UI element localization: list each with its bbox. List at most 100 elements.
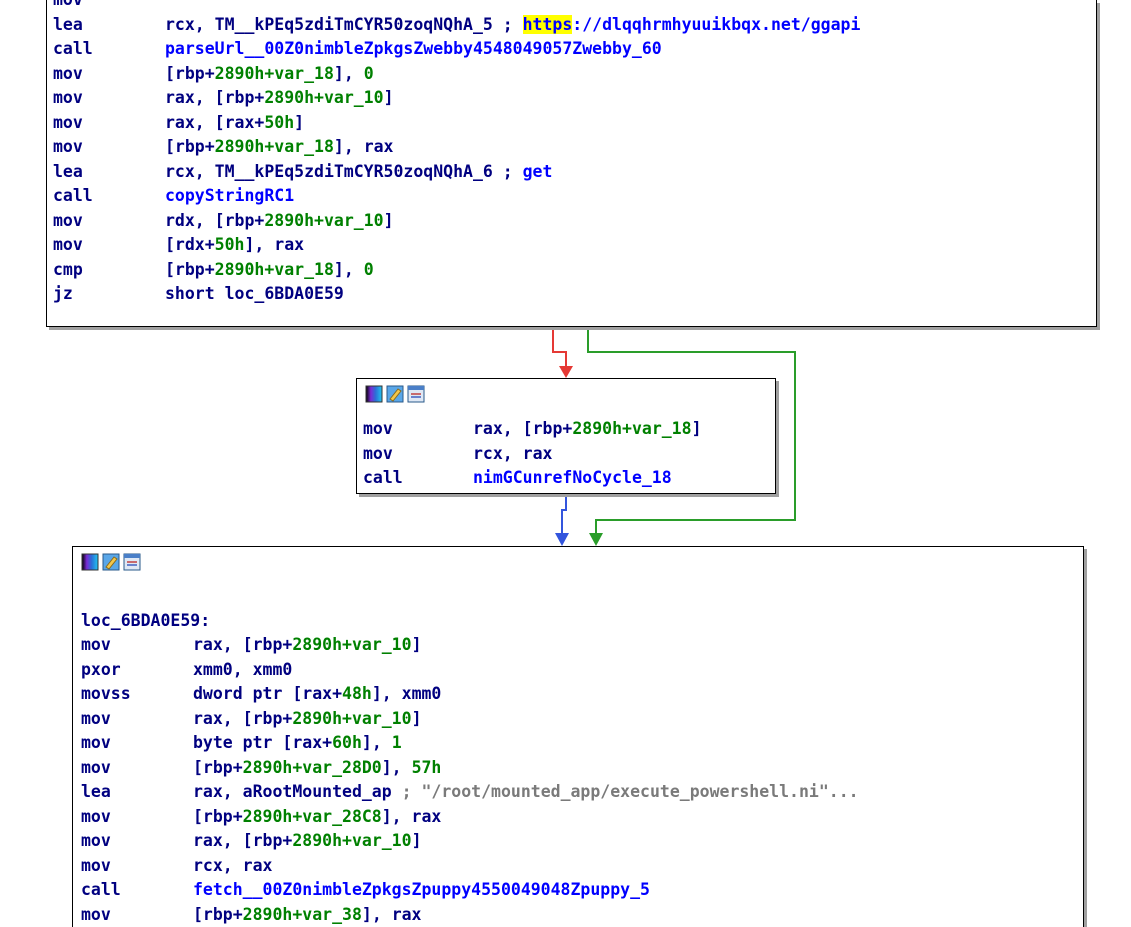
operand-hl: https bbox=[522, 14, 573, 34]
true-arrow-icon bbox=[589, 533, 603, 546]
mnemonic: mov bbox=[81, 635, 111, 654]
mnemonic: mov bbox=[81, 708, 111, 728]
operand-b: ] bbox=[411, 635, 422, 654]
mnemonic: mov bbox=[81, 733, 111, 752]
basic-block-3[interactable]: loc_6BDA0E59: mov rax, [rbp+2890h+var_10]… bbox=[72, 546, 1084, 927]
operand-a: rax, aRootMounted_ap bbox=[193, 782, 402, 801]
operand-g: 60h bbox=[332, 733, 362, 752]
operand-a: rcx, TM__kPEq5zdiTmCYR50zoqNQhA_6 ; bbox=[165, 161, 523, 181]
operand-a: rax, [rbp+ bbox=[193, 831, 293, 850]
operands: [rbp+2890h+var_18], 0 bbox=[165, 62, 374, 86]
operands: rax, [rax+50h] bbox=[165, 111, 304, 135]
block2-toolbar bbox=[365, 385, 425, 403]
operand-b: ] bbox=[411, 708, 422, 728]
edit-block-icon[interactable] bbox=[102, 553, 120, 571]
operands: byte ptr [rax+60h], 1 bbox=[193, 731, 402, 755]
asm-line[interactable]: mov rax, [rbp+2890h+var_10] bbox=[81, 707, 1081, 731]
operand-g: 2890h+var_18 bbox=[572, 419, 692, 438]
mnemonic: mov bbox=[81, 757, 111, 777]
operand-tail: ://dlqqhrmhyuuikbqx.net/ggapi bbox=[572, 14, 861, 34]
asm-line[interactable]: mov [rbp+2890h+var_28C8], rax bbox=[81, 805, 1081, 829]
block3-toolbar bbox=[81, 553, 141, 571]
mnemonic: call bbox=[81, 880, 121, 899]
asm-line[interactable]: pxor xmm0, xmm0 bbox=[81, 658, 1081, 682]
operand-a: xmm0, xmm0 bbox=[193, 659, 293, 679]
asm-line[interactable]: mov rax, [rbp+2890h+var_10] bbox=[81, 633, 1081, 657]
edit-block-icon[interactable] bbox=[386, 385, 404, 403]
operands: [rdx+50h], rax bbox=[165, 233, 304, 257]
asm-line[interactable]: mov [rbp+2890h+var_18], rax bbox=[53, 135, 1053, 159]
operands: rax, aRootMounted_ap ; "/root/mounted_ap… bbox=[193, 780, 859, 804]
operand-b: ] bbox=[691, 419, 702, 438]
mnemonic: mov bbox=[53, 88, 83, 107]
asm-line[interactable]: mov [rbp+2890h+var_18], 0 bbox=[53, 62, 1053, 86]
operand-a: [rbp+ bbox=[193, 806, 243, 826]
asm-line[interactable]: mov rax, [rbp+2890h+var_10] bbox=[81, 829, 1081, 853]
operand-a: rax, [rbp+ bbox=[193, 635, 293, 654]
operand-b: ], bbox=[333, 259, 364, 279]
operand-c: nimGCunrefNoCycle_18 bbox=[473, 468, 672, 487]
basic-block-2[interactable]: mov rax, [rbp+2890h+var_18] mov rcx, rax cal… bbox=[356, 378, 776, 494]
operand-g: 2890h+var_10 bbox=[264, 210, 384, 230]
operands: nimGCunrefNoCycle_18 bbox=[473, 466, 672, 490]
asm-line[interactable]: mov rax, [rbp+2890h+var_10] bbox=[53, 86, 1053, 110]
asm-line[interactable]: mov rdx, [rbp+2890h+var_10] bbox=[53, 209, 1053, 233]
asm-line[interactable]: movss dword ptr [rax+48h], xmm0 bbox=[81, 682, 1081, 706]
asm-line[interactable]: lea rcx, TM__kPEq5zdiTmCYR50zoqNQhA_5 ; h… bbox=[53, 13, 1053, 37]
mnemonic: mov bbox=[81, 831, 111, 850]
operand-b: ], rax bbox=[361, 904, 422, 924]
asm-line[interactable]: cmp [rbp+2890h+var_18], 0 bbox=[53, 258, 1053, 282]
operands: xmm0, xmm0 bbox=[193, 658, 292, 682]
asm-line[interactable]: mov byte ptr [rax+60h], 1 bbox=[81, 731, 1081, 755]
mnemonic: mov bbox=[53, 0, 83, 12]
asm-line[interactable]: mov rax, [rax+50h] bbox=[53, 111, 1053, 135]
operand-s: ; "/root/mounted_app/execute_powershell.… bbox=[401, 782, 859, 801]
operand-g: 2890h+var_10 bbox=[264, 88, 384, 107]
graph-color-icon[interactable] bbox=[365, 385, 383, 403]
loc-label[interactable]: loc_6BDA0E59: bbox=[81, 609, 210, 633]
operand-g: 2890h+var_18 bbox=[214, 63, 334, 83]
asm-line[interactable]: call fetch__00Z0nimbleZpkgsZpuppy45500490… bbox=[81, 878, 1081, 902]
mnemonic: cmp bbox=[53, 259, 83, 279]
asm-line[interactable]: lea rcx, TM__kPEq5zdiTmCYR50zoqNQhA_6 ; g… bbox=[53, 160, 1053, 184]
operand-c: parseUrl__00Z0nimbleZpkgsZwebby454804905… bbox=[165, 39, 662, 58]
asm-line[interactable]: call copyStringRC1 bbox=[53, 184, 1053, 208]
block-window-icon[interactable] bbox=[407, 385, 425, 403]
graph-color-icon[interactable] bbox=[81, 553, 99, 571]
operands: fetch__00Z0nimbleZpkgsZpuppy4550049048Zp… bbox=[193, 878, 650, 902]
operand-a: rax, [rbp+ bbox=[473, 419, 573, 438]
asm-line[interactable]: call nimGCunrefNoCycle_18 bbox=[363, 466, 1131, 490]
asm-line[interactable]: mov [rbp+2890h+var_38], rax bbox=[81, 903, 1081, 927]
operand-a: byte ptr [rax+ bbox=[193, 733, 333, 752]
operand-b: ] bbox=[383, 88, 394, 107]
asm-line[interactable]: mov rcx, rax bbox=[363, 442, 1131, 466]
operand-pre: rcx, TM__kPEq5zdiTmCYR50zoqNQhA_5 ; bbox=[165, 14, 523, 34]
fallthrough-edge bbox=[561, 494, 567, 534]
operand-a: rcx, rax bbox=[473, 443, 553, 463]
asm-line[interactable]: call parseUrl__00Z0nimbleZpkgsZwebby45480… bbox=[53, 37, 1053, 61]
operand-g: 50h bbox=[264, 112, 295, 132]
operands: [rbp+2890h+var_18], 0 bbox=[165, 258, 374, 282]
operand-a: [rbp+ bbox=[193, 904, 243, 924]
asm-line[interactable]: lea rax, aRootMounted_ap ; "/root/mounted… bbox=[81, 780, 1081, 804]
asm-line[interactable]: mov rax, [rbp+2890h+var_18] bbox=[363, 417, 1131, 441]
asm-line[interactable]: mov [rbp+2890h+var_28D0], 57h bbox=[81, 756, 1081, 780]
asm-line[interactable]: jz short loc_6BDA0E59 bbox=[53, 282, 1053, 306]
mnemonic: mov bbox=[363, 419, 393, 438]
operands: dword ptr [rax+48h], xmm0 bbox=[193, 682, 441, 706]
operands: [rbp+2890h+var_28D0], 57h bbox=[193, 756, 441, 780]
operand-b: ], bbox=[361, 733, 392, 752]
false-arrow-icon bbox=[559, 366, 573, 378]
operand-g: 2890h+var_10 bbox=[292, 831, 412, 850]
asm-line[interactable]: mov [rdx+50h], rax bbox=[53, 233, 1053, 257]
operand-a: short loc_6BDA0E59 bbox=[165, 284, 344, 303]
mnemonic: call bbox=[363, 468, 403, 487]
asm-line[interactable]: mov bbox=[53, 0, 1053, 12]
operand-b: ], rax bbox=[333, 137, 394, 156]
asm-line[interactable]: mov rcx, rax bbox=[81, 854, 1081, 878]
operand-a: rax, [rax+ bbox=[165, 112, 265, 132]
mnemonic: mov bbox=[53, 63, 83, 83]
operand-b: ] bbox=[411, 831, 422, 850]
block-window-icon[interactable] bbox=[123, 553, 141, 571]
basic-block-1[interactable]: mov lea rcx, TM__kPEq5zdiTmCYR50zoqNQhA_5 … bbox=[46, 0, 1097, 327]
